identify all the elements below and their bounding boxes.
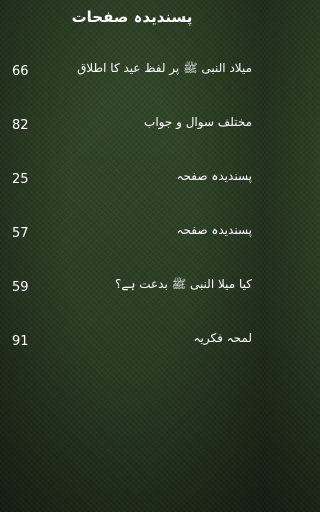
- page-number: 25: [12, 172, 29, 187]
- list-item[interactable]: 25 پسندیدہ صفحہ: [0, 158, 264, 212]
- favorites-list: 66 میلاد النبی ﷺ پر لفظ عید کا اطلاق 82 …: [0, 50, 264, 374]
- list-item[interactable]: 66 میلاد النبی ﷺ پر لفظ عید کا اطلاق: [0, 50, 264, 104]
- page-number: 91: [12, 334, 29, 349]
- page-title: پسندیدہ صفحات: [71, 8, 193, 26]
- item-title: پسندیدہ صفحہ: [176, 169, 253, 183]
- item-title: لمحہ فکریہ: [193, 331, 252, 345]
- list-item[interactable]: 91 لمحہ فکریہ: [0, 320, 264, 374]
- list-item[interactable]: 59 کیا میلا النبی ﷺ بدعت ہے؟: [0, 266, 264, 320]
- item-title: میلاد النبی ﷺ پر لفظ عید کا اطلاق: [77, 61, 252, 75]
- page-number: 82: [12, 118, 29, 133]
- page-number: 57: [12, 226, 29, 241]
- favorites-screen: پسندیدہ صفحات 66 میلاد النبی ﷺ پر لفظ عی…: [0, 0, 264, 512]
- list-item[interactable]: 82 مختلف سوال و جواب: [0, 104, 264, 158]
- list-item[interactable]: 57 پسندیدہ صفحہ: [0, 212, 264, 266]
- item-title: پسندیدہ صفحہ: [176, 223, 253, 237]
- page-number: 66: [12, 64, 29, 79]
- title-bar: پسندیدہ صفحات: [0, 0, 264, 34]
- item-title: مختلف سوال و جواب: [144, 115, 252, 129]
- page-number: 59: [12, 280, 29, 295]
- item-title: کیا میلا النبی ﷺ بدعت ہے؟: [114, 277, 252, 291]
